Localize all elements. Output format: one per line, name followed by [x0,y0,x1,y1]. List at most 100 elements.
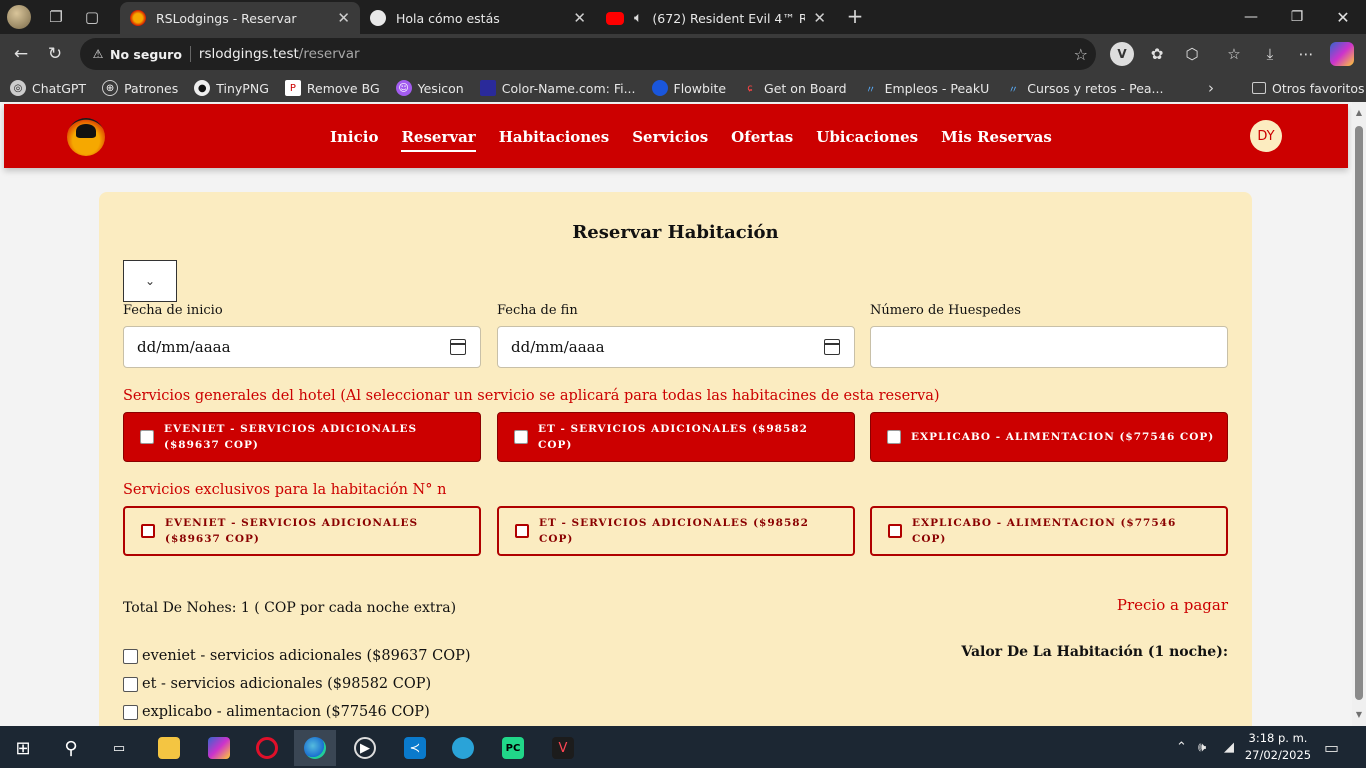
bookmark-yesicon[interactable]: ☺ Yesicon [395,80,464,96]
rslodgings-logo[interactable] [67,118,105,156]
restore-icon[interactable]: ❐ [1274,0,1320,34]
bookmark-chatgpt[interactable]: ◎ ChatGPT [10,80,86,96]
nav-link-ofertas[interactable]: Ofertas [731,128,793,152]
downloads-icon[interactable]: ⤓ [1258,42,1282,66]
exclusive-service-option[interactable]: EXPLICABO - ALIMENTACION ($77546 COP) [870,506,1228,556]
checkbox[interactable] [123,704,138,720]
favorite-star-icon[interactable]: ☆ [1074,45,1088,64]
bookmark-label: Flowbite [673,80,727,96]
peaku-icon: 〃 [865,84,876,96]
service-label: ET - SERVICIOS ADICIONALES ($98582 COP) [538,423,808,451]
taskbar-clock[interactable]: 3:18 p. m. 27/02/2025 [1240,730,1316,764]
address-bar[interactable]: ⚠ No seguro rslodgings.test /reservar ☆ [80,38,1096,70]
bookmark-patrones[interactable]: ⊕ Patrones [102,80,178,96]
valorant-button[interactable]: V [542,730,584,766]
volume-icon[interactable]: 🕪︎ [1198,726,1206,768]
bookmark-colorname[interactable]: Color-Name.com: Fi... [479,80,636,96]
user-avatar[interactable]: DY [1250,120,1282,152]
nav-link-inicio[interactable]: Inicio [330,128,378,152]
notifications-icon[interactable]: ▭ [1324,726,1339,768]
window-close-icon[interactable]: ✕ [1320,0,1366,34]
general-service-option[interactable]: ET - SERVICIOS ADICIONALES ($98582 COP) [497,412,855,462]
checkbox[interactable] [514,430,528,444]
calendar-icon[interactable] [450,339,466,355]
search-button[interactable]: ⚲ [50,730,92,766]
close-icon[interactable]: ✕ [813,9,826,27]
start-date-input[interactable]: dd/mm/aaaa [123,326,481,368]
extensions-icon[interactable]: ⬡ [1180,42,1204,66]
checkbox[interactable] [123,648,138,664]
general-service-option[interactable]: EVENIET - SERVICIOS ADICIONALES ($89637 … [123,412,481,462]
selected-option[interactable]: eveniet - servicios adicionales ($89637 … [123,648,471,664]
close-icon[interactable]: ✕ [573,9,586,27]
bookmark-getonboard[interactable]: ɕ Get on Board [742,80,846,96]
new-tab-icon[interactable]: + [842,3,868,29]
speaker-icon[interactable]: 🔈︎ [634,10,642,26]
scroll-down-icon[interactable]: ▼ [1354,710,1364,720]
bookmark-flowbite[interactable]: Flowbite [651,80,727,96]
tray-chevron-icon[interactable]: ⌃ [1176,726,1187,768]
start-button[interactable]: ⊞ [2,730,44,766]
nav-link-ubicaciones[interactable]: Ubicaciones [816,128,918,152]
app-button[interactable] [442,730,484,766]
page-scrollbar[interactable]: ▲ ▼ [1352,102,1366,726]
checkbox[interactable] [140,430,154,444]
exclusive-service-option[interactable]: EVENIET - SERVICIOS ADICIONALES ($89637 … [123,506,481,556]
back-icon[interactable]: ← [4,37,38,71]
scrollbar-thumb[interactable] [1355,126,1363,700]
close-icon[interactable]: ✕ [337,9,350,27]
extension-puzzle-icon[interactable]: ✿ [1145,42,1169,66]
calendar-icon[interactable] [824,339,840,355]
tab-rslodgings[interactable]: RSLodgings - Reservar ✕ [120,2,360,34]
bookmark-peaku-jobs[interactable]: 〃 Empleos - PeakU [863,80,990,96]
guests-input[interactable] [870,326,1228,368]
browser-tab-bar: ❐ ▢ RSLodgings - Reservar ✕ Hola cómo es… [0,0,1366,34]
chevron-right-icon[interactable]: › [1208,79,1214,97]
network-icon[interactable]: ◢ [1224,726,1234,768]
checkbox[interactable] [141,524,155,538]
general-services-title: Servicios generales del hotel (Al selecc… [123,388,940,404]
scroll-up-icon[interactable]: ▲ [1354,108,1364,118]
opera-button[interactable] [246,730,288,766]
edge-button[interactable] [294,730,336,766]
favorites-icon[interactable]: ☆ [1222,42,1246,66]
checkbox[interactable] [887,430,901,444]
workspaces-icon[interactable]: ❐ [43,4,69,30]
nav-link-habitaciones[interactable]: Habitaciones [499,128,609,152]
more-menu-icon[interactable]: ⋯ [1294,42,1318,66]
general-service-option[interactable]: EXPLICABO - ALIMENTACION ($77546 COP) [870,412,1228,462]
tab-chatgpt[interactable]: Hola cómo estás ✕ [360,2,596,34]
task-view-button[interactable]: ▭ [98,730,140,766]
clock-time: 3:18 p. m. [1248,731,1308,745]
nav-link-servicios[interactable]: Servicios [632,128,708,152]
selected-option[interactable]: explicabo - alimentacion ($77546 COP) [123,704,430,720]
room-select[interactable]: ⌄ [123,260,177,302]
pycharm-button[interactable]: PC [492,730,534,766]
bookmark-other-favorites[interactable]: Otros favoritos [1252,81,1365,96]
vscode-button[interactable]: ≺ [394,730,436,766]
tab-youtube[interactable]: 🔈︎ (672) Resident Evil 4™ Remak ✕ [596,2,836,34]
reservation-card: Reservar Habitación ⌄ Fecha de inicio Fe… [99,192,1252,726]
copilot-button[interactable] [198,730,240,766]
bookmark-tinypng[interactable]: ● TinyPNG [194,80,269,96]
media-player-button[interactable]: ▶ [344,730,386,766]
nav-link-reservar[interactable]: Reservar [401,128,476,152]
file-explorer-button[interactable] [148,730,190,766]
warning-icon[interactable]: ⚠ [90,46,106,62]
nav-link-mis-reservas[interactable]: Mis Reservas [941,128,1052,152]
vertical-tabs-icon[interactable]: ▢ [79,4,105,30]
selected-option[interactable]: et - servicios adicionales ($98582 COP) [123,676,431,692]
bookmark-removebg[interactable]: P Remove BG [284,80,380,96]
checkbox[interactable] [515,524,529,538]
copilot-icon[interactable] [1330,42,1354,66]
end-date-input[interactable]: dd/mm/aaaa [497,326,855,368]
exclusive-service-option[interactable]: ET - SERVICIOS ADICIONALES ($98582 COP) [497,506,855,556]
bookmark-peaku-courses[interactable]: 〃 Cursos y retos - Pea... [1005,80,1163,96]
profile-avatar[interactable] [7,5,31,29]
vpn-icon[interactable]: V [1110,42,1134,66]
checkbox[interactable] [888,524,902,538]
refresh-icon[interactable]: ↻ [38,37,72,71]
minimize-icon[interactable]: — [1228,0,1274,34]
security-status[interactable]: No seguro [110,47,182,62]
checkbox[interactable] [123,676,138,692]
